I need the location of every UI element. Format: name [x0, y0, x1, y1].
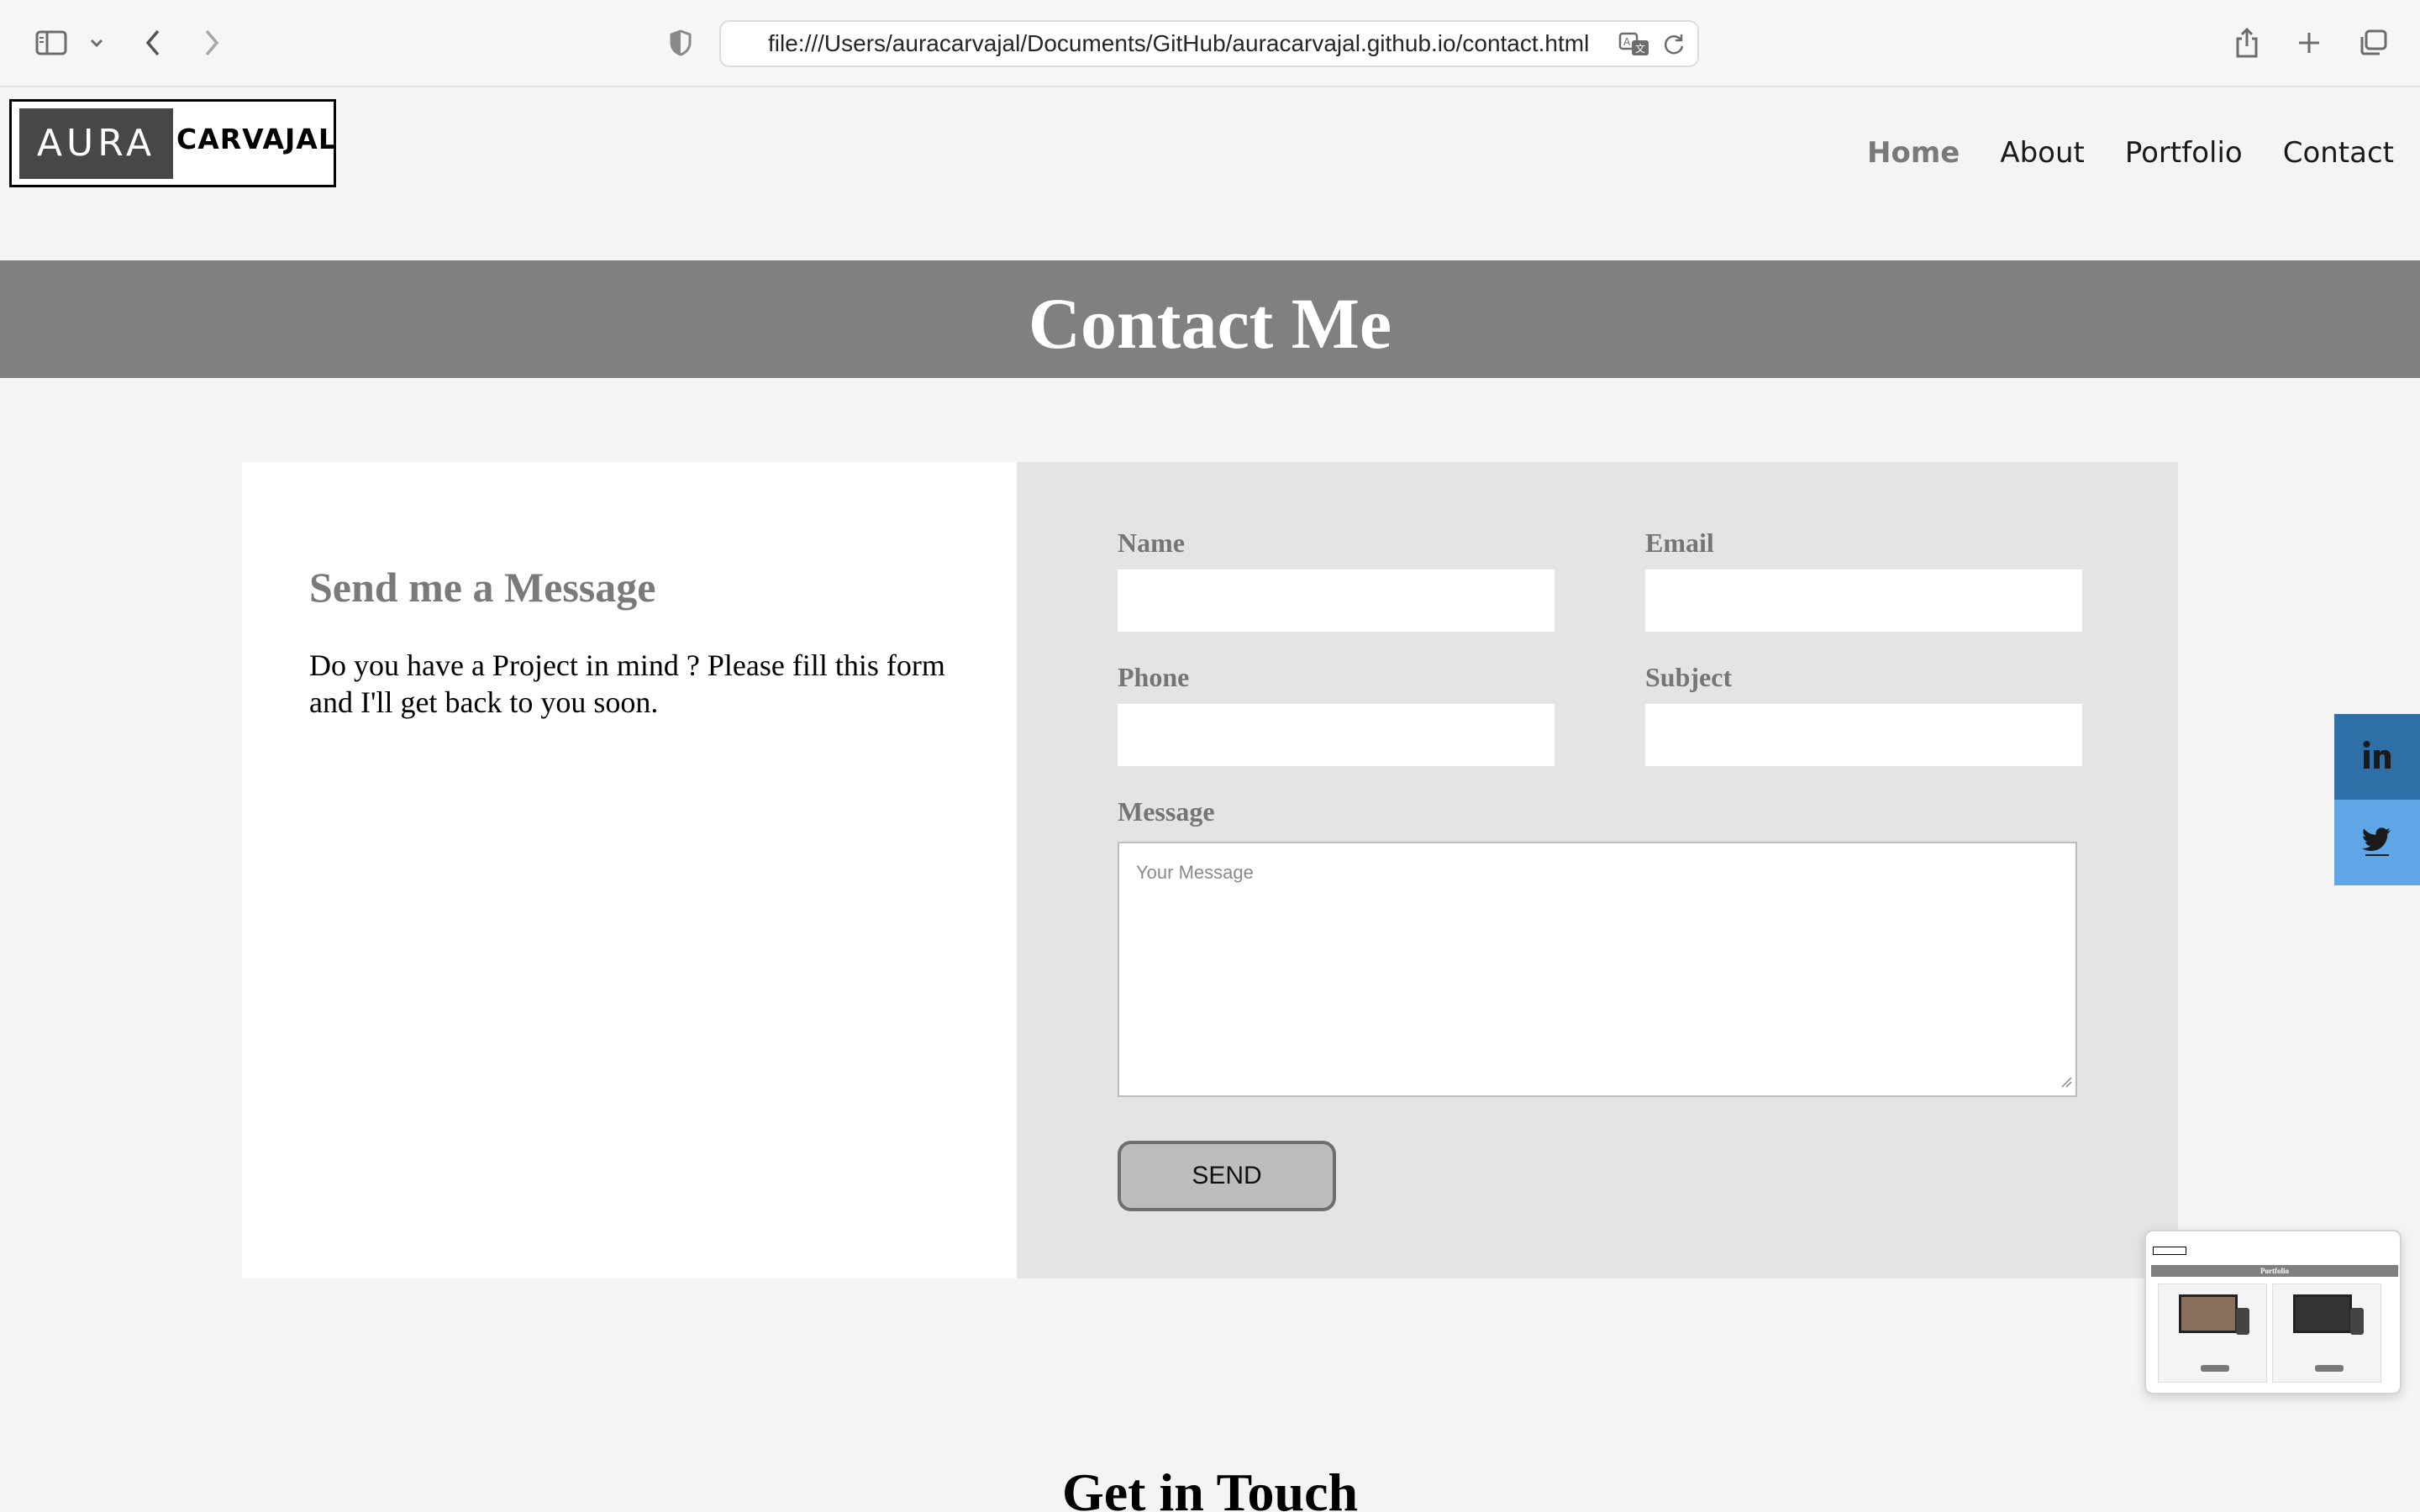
thumbnail-card [2158, 1284, 2267, 1383]
thumbnail-title: Portfolio [2260, 1267, 2289, 1275]
message-textarea[interactable]: Your Message [1118, 842, 2077, 1097]
page-banner: Contact Me [0, 260, 2420, 378]
svg-text:文: 文 [1635, 42, 1645, 55]
thumbnail-monitor-image [2293, 1294, 2352, 1333]
intro-heading: Send me a Message [309, 564, 656, 611]
phone-field[interactable] [1118, 704, 1555, 766]
subject-label: Subject [1645, 662, 1733, 692]
nav-home[interactable]: Home [1867, 136, 1960, 170]
page-preview-thumbnail[interactable]: Portfolio [2144, 1230, 2402, 1394]
translate-icon[interactable]: A文 [1618, 32, 1652, 57]
nav-about[interactable]: About [2000, 136, 2085, 170]
twitter-button[interactable] [2334, 800, 2420, 885]
thumbnail-monitor-image [2179, 1294, 2238, 1333]
thumbnail-button [2201, 1365, 2229, 1372]
intro-panel: Send me a Message Do you have a Project … [242, 462, 1017, 1278]
send-button[interactable]: SEND [1118, 1141, 1336, 1211]
thumbnail-card [2272, 1284, 2381, 1383]
tab-overview-icon[interactable] [2356, 20, 2390, 66]
url-text: file:///Users/auracarvajal/Documents/Git… [768, 30, 1590, 56]
privacy-shield-icon[interactable] [666, 20, 696, 66]
logo-light-text: CARVAJAL [176, 123, 337, 155]
linkedin-button[interactable] [2334, 714, 2420, 800]
email-label: Email [1645, 528, 1714, 558]
subject-field[interactable] [1645, 704, 2082, 766]
get-in-touch-heading: Get in Touch [1061, 1462, 1359, 1512]
nav-contact[interactable]: Contact [2283, 136, 2394, 170]
page-title: Contact Me [1028, 283, 1392, 364]
logo-dark-text: AURA [19, 108, 173, 179]
chevron-down-icon[interactable] [84, 20, 109, 66]
phone-label: Phone [1118, 662, 1190, 692]
email-field[interactable] [1645, 570, 2082, 632]
forward-icon[interactable] [198, 20, 225, 66]
name-label: Name [1118, 528, 1185, 558]
message-label: Message [1118, 796, 1215, 827]
back-icon[interactable] [139, 20, 166, 66]
share-icon[interactable] [2232, 20, 2262, 66]
main-nav: Home About Portfolio Contact [1867, 136, 2394, 170]
message-placeholder: Your Message [1136, 862, 1254, 883]
thumbnail-phone-image [2236, 1308, 2249, 1335]
nav-portfolio[interactable]: Portfolio [2125, 136, 2243, 170]
name-field[interactable] [1118, 570, 1555, 632]
svg-text:A: A [1623, 36, 1631, 48]
thumbnail-button [2315, 1365, 2344, 1372]
thumbnail-phone-image [2350, 1308, 2364, 1335]
linkedin-icon [2360, 738, 2394, 776]
new-tab-icon[interactable] [2294, 20, 2324, 66]
reload-icon[interactable] [1662, 32, 1686, 57]
contact-form: Name Email Phone Subject Message Your Me… [1017, 462, 2178, 1278]
sidebar-toggle-icon[interactable] [32, 20, 72, 66]
site-logo[interactable]: AURA CARVAJAL [9, 99, 336, 187]
resize-handle-icon[interactable] [2060, 1076, 2072, 1092]
browser-toolbar: file:///Users/auracarvajal/Documents/Git… [0, 0, 2420, 87]
intro-text: Do you have a Project in mind ? Please f… [309, 648, 945, 719]
twitter-icon [2360, 824, 2394, 862]
address-bar[interactable]: file:///Users/auracarvajal/Documents/Git… [719, 20, 1699, 67]
thumbnail-logo [2153, 1247, 2186, 1255]
